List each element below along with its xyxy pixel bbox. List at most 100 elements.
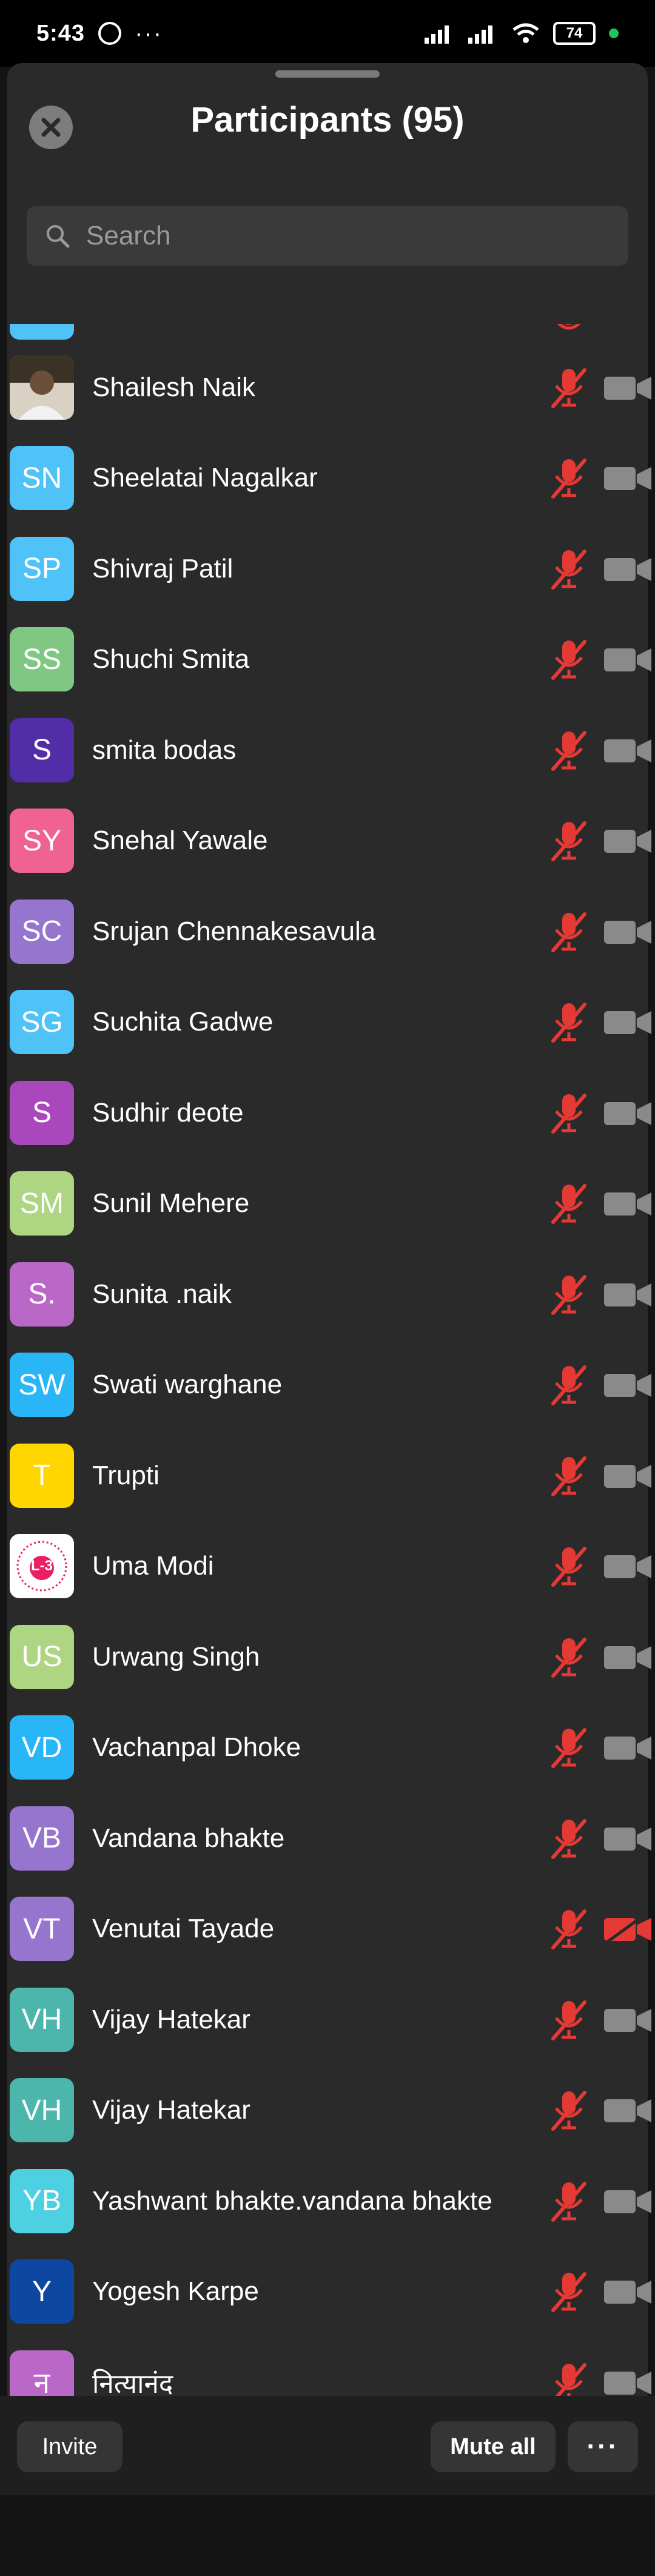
- mic-muted-icon[interactable]: [549, 910, 588, 953]
- drag-handle[interactable]: [275, 70, 380, 78]
- participant-name: Sudhir deote: [92, 1097, 244, 1128]
- mic-muted-icon[interactable]: [549, 457, 588, 499]
- participant-row[interactable]: S. Sunita .naik: [7, 1249, 651, 1340]
- mic-muted-icon[interactable]: [549, 819, 588, 862]
- avatar-initials: SS: [22, 643, 62, 676]
- participant-row[interactable]: US Urwang Singh: [7, 1612, 651, 1703]
- camera-icon[interactable]: [603, 735, 653, 766]
- mic-muted-icon[interactable]: [549, 1273, 588, 1316]
- camera-icon[interactable]: [603, 462, 653, 494]
- participant-row[interactable]: SM Sunil Mehere: [7, 1159, 651, 1249]
- avatar: VH: [10, 2078, 74, 2143]
- participant-row[interactable]: Y Yogesh Karpe: [7, 2247, 651, 2338]
- mic-muted-icon[interactable]: [549, 1636, 588, 1678]
- avatar-initials: Y: [32, 2275, 52, 2308]
- participant-name: Vachanpal Dhoke: [92, 1732, 301, 1763]
- camera-icon[interactable]: [603, 1097, 653, 1129]
- camera-icon[interactable]: [603, 2004, 653, 2036]
- mic-muted-icon[interactable]: [549, 1999, 588, 2041]
- participant-row[interactable]: S Sudhir deote: [7, 1068, 651, 1159]
- participant-row[interactable]: VH Vijay Hatekar: [7, 1974, 651, 2065]
- privacy-indicator: [609, 29, 619, 38]
- mic-muted-icon[interactable]: [549, 1092, 588, 1134]
- mic-muted-icon[interactable]: [549, 1182, 588, 1225]
- camera-icon[interactable]: [603, 1006, 653, 1038]
- participant-name: Venutai Tayade: [92, 1914, 275, 1944]
- camera-icon[interactable]: [603, 1369, 653, 1401]
- participant-row[interactable]: VT Venutai Tayade: [7, 1884, 651, 1975]
- participant-row[interactable]: YB Yashwant bhakte.vandana bhakte: [7, 2156, 651, 2247]
- camera-icon[interactable]: [603, 1550, 653, 1582]
- participant-name: Sheelatai Nagalkar: [92, 463, 318, 493]
- mute-all-button[interactable]: Mute all: [431, 2421, 556, 2472]
- camera-icon[interactable]: [603, 916, 653, 947]
- mic-muted-icon[interactable]: [549, 1726, 588, 1769]
- camera-icon[interactable]: [603, 2185, 653, 2217]
- avatar: Y: [10, 2259, 74, 2324]
- participant-row[interactable]: VH Vijay Hatekar: [7, 2065, 651, 2156]
- avatar-initials: VB: [22, 1822, 62, 1855]
- participant-row[interactable]: L-3 Uma Modi: [7, 1521, 651, 1612]
- mic-muted-icon[interactable]: [549, 638, 588, 681]
- participant-name: Swati warghane: [92, 1370, 283, 1400]
- avatar-initials: S.: [28, 1278, 56, 1311]
- camera-icon[interactable]: [603, 553, 653, 585]
- mic-muted-icon[interactable]: [549, 2270, 588, 2313]
- participant-row[interactable]: Shailesh Naik: [7, 342, 651, 433]
- participant-row[interactable]: VD Vachanpal Dhoke: [7, 1703, 651, 1794]
- participant-row[interactable]: SW Swati warghane: [7, 1340, 651, 1431]
- camera-icon[interactable]: [603, 1279, 653, 1310]
- camera-icon[interactable]: [603, 825, 653, 856]
- partial-list-item: [7, 324, 648, 342]
- avatar-initials: YB: [22, 2185, 62, 2218]
- more-options-button[interactable]: ···: [568, 2421, 638, 2472]
- camera-icon[interactable]: [603, 2367, 653, 2398]
- participant-name: smita bodas: [92, 735, 237, 765]
- mic-muted-icon[interactable]: [549, 1454, 588, 1497]
- camera-icon[interactable]: [603, 2094, 653, 2126]
- participant-row[interactable]: VB Vandana bhakte: [7, 1793, 651, 1884]
- participant-name: Sunita .naik: [92, 1279, 232, 1309]
- camera-icon[interactable]: [603, 372, 653, 403]
- participant-row[interactable]: SC Srujan Chennakesavula: [7, 886, 651, 977]
- search-input[interactable]: [85, 220, 621, 252]
- participant-row[interactable]: SN Sheelatai Nagalkar: [7, 433, 651, 524]
- camera-icon[interactable]: [603, 1460, 653, 1491]
- mic-muted-icon[interactable]: [549, 548, 588, 590]
- participant-row[interactable]: T Trupti: [7, 1430, 651, 1521]
- mic-muted-icon[interactable]: [549, 366, 588, 409]
- camera-icon[interactable]: [603, 2276, 653, 2307]
- avatar: SY: [10, 809, 74, 873]
- mic-muted-icon[interactable]: [549, 1545, 588, 1587]
- camera-icon[interactable]: [603, 1641, 653, 1673]
- mic-muted-icon[interactable]: [549, 2180, 588, 2222]
- participant-row[interactable]: Ssmita bodas: [7, 705, 651, 796]
- camera-icon[interactable]: [603, 1823, 653, 1854]
- camera-icon[interactable]: [603, 1732, 653, 1763]
- avatar-initials: US: [21, 1641, 62, 1673]
- avatar: S: [10, 718, 74, 782]
- participant-row[interactable]: SG Suchita Gadwe: [7, 977, 651, 1068]
- avatar-initials: SY: [22, 824, 62, 857]
- participant-row[interactable]: SY Snehal Yawale: [7, 796, 651, 887]
- mic-muted-icon[interactable]: [549, 1001, 588, 1043]
- avatar-initials: S: [32, 1097, 52, 1129]
- mic-muted-icon[interactable]: [549, 1908, 588, 1950]
- avatar-initials: SM: [20, 1187, 64, 1220]
- mic-muted-icon[interactable]: [549, 1364, 588, 1406]
- status-bar: 5:43 ··· 74: [0, 0, 655, 67]
- mic-muted-icon[interactable]: [549, 729, 588, 772]
- camera-icon[interactable]: [603, 1188, 653, 1219]
- bottom-toolbar: Invite Mute all ···: [0, 2396, 655, 2495]
- avatar-initials: VH: [21, 2003, 62, 2036]
- mic-muted-icon[interactable]: [549, 2089, 588, 2131]
- camera-off-icon[interactable]: [603, 1913, 653, 1945]
- wifi-icon: [512, 23, 539, 43]
- camera-icon[interactable]: [603, 644, 653, 675]
- invite-button[interactable]: Invite: [17, 2421, 123, 2472]
- search-bar[interactable]: [27, 206, 628, 266]
- participant-row[interactable]: SP Shivraj Patil: [7, 523, 651, 614]
- avatar: SN: [10, 446, 74, 511]
- mic-muted-icon[interactable]: [549, 1817, 588, 1860]
- participant-row[interactable]: SS Shuchi Smita: [7, 614, 651, 705]
